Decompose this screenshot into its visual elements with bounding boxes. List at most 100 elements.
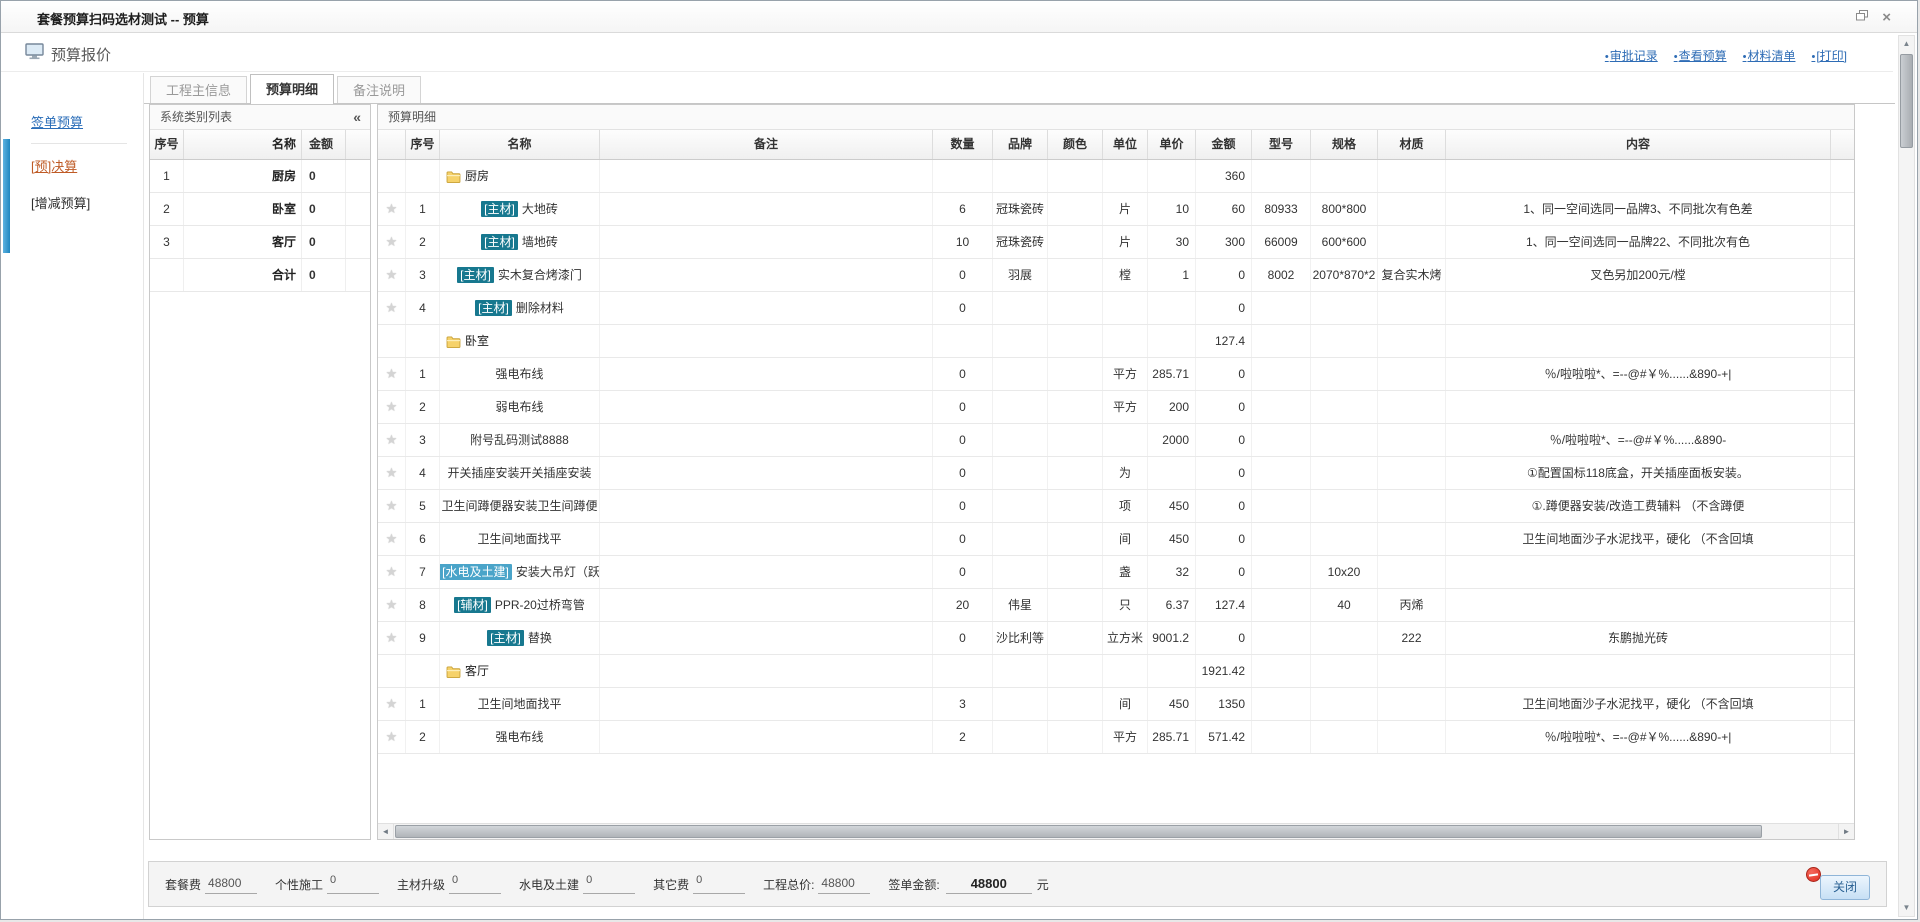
sign-amount-value[interactable]: 48800: [946, 875, 1032, 894]
link-material-list[interactable]: •材料清单: [1743, 47, 1796, 64]
table-row[interactable]: ★1卫生间地面找平3间4501350卫生间地面沙子水泥找平，硬化 （不含回填: [378, 688, 1854, 721]
detail-name-label: PPR-20过桥弯管: [495, 589, 585, 621]
detail-column-header[interactable]: [378, 130, 406, 159]
table-row[interactable]: 客厅1921.42: [378, 655, 1854, 688]
detail-column-header[interactable]: 序号: [406, 130, 440, 159]
close-window-icon[interactable]: ×: [1882, 11, 1891, 24]
table-row[interactable]: ★4开关插座安装开关插座安装0为0①配置国标118底盒，开关插座面板安装。: [378, 457, 1854, 490]
detail-column-header[interactable]: 内容: [1446, 130, 1831, 159]
favorite-star-icon[interactable]: ★: [386, 630, 398, 645]
detail-name: [主材]大地砖: [440, 193, 600, 225]
detail-column-header[interactable]: 备注: [600, 130, 933, 159]
link-print[interactable]: •[打印]: [1811, 47, 1847, 64]
category-column-header[interactable]: 金额: [302, 130, 346, 159]
detail-name-label: 替换: [528, 622, 552, 654]
table-row[interactable]: ★7[水电及土建]安装大吊灯（跃0盏32010x20: [378, 556, 1854, 589]
footer-field-value[interactable]: 0: [327, 875, 379, 894]
category-row[interactable]: 1厨房0: [150, 160, 370, 193]
table-row[interactable]: ★1[主材]大地砖6冠珠瓷砖片106080933800*8001、同一空间选同一…: [378, 193, 1854, 226]
favorite-star-icon[interactable]: ★: [386, 432, 398, 447]
detail-cell-unit: 平方: [1103, 391, 1148, 423]
link-view-budget[interactable]: •查看预算: [1674, 47, 1727, 64]
favorite-star-icon[interactable]: ★: [386, 729, 398, 744]
table-row[interactable]: ★3附号乱码测试8888020000％/啦啦啦*、=--@#￥%......&8…: [378, 424, 1854, 457]
table-row[interactable]: ★9[主材]替换0沙比利等立方米9001.20222东鹏抛光砖: [378, 622, 1854, 655]
docked-panel-strip[interactable]: [3, 139, 10, 253]
footer-field-value[interactable]: 0: [583, 875, 635, 894]
detail-cell-color: [1048, 556, 1103, 588]
detail-cell-price: [1148, 655, 1196, 687]
favorite-star-icon[interactable]: ★: [386, 597, 398, 612]
star-cell: [378, 655, 406, 687]
category-row[interactable]: 3客厅0: [150, 226, 370, 259]
footer-field-value[interactable]: 0: [449, 875, 501, 894]
detail-name-label: 强电布线: [495, 721, 543, 753]
category-row[interactable]: 合计0: [150, 259, 370, 292]
scroll-right-icon[interactable]: ►: [1838, 824, 1854, 839]
detail-column-header[interactable]: 材质: [1378, 130, 1446, 159]
favorite-star-icon[interactable]: ★: [386, 366, 398, 381]
table-row[interactable]: ★3[主材]实木复合烤漆门0羽展樘1080022070*870*2复合实木烤叉色…: [378, 259, 1854, 292]
detail-column-header[interactable]: 数量: [933, 130, 993, 159]
favorite-star-icon[interactable]: ★: [386, 498, 398, 513]
table-row[interactable]: ★2[主材]墙地砖10冠珠瓷砖片3030066009600*6001、同一空间选…: [378, 226, 1854, 259]
tab-budget-detail[interactable]: 预算明细: [250, 74, 334, 104]
detail-cell-price: 32: [1148, 556, 1196, 588]
footer-field-value[interactable]: 48800: [205, 875, 257, 894]
favorite-star-icon[interactable]: ★: [386, 531, 398, 546]
detail-column-header[interactable]: 名称: [440, 130, 600, 159]
detail-column-header[interactable]: 单价: [1148, 130, 1196, 159]
restore-window-icon[interactable]: [1856, 10, 1868, 24]
scroll-down-icon[interactable]: ▼: [1899, 900, 1914, 916]
favorite-star-icon[interactable]: ★: [386, 201, 398, 216]
favorite-star-icon[interactable]: ★: [386, 267, 398, 282]
category-column-header[interactable]: 名称: [184, 130, 302, 159]
table-row[interactable]: ★2强电布线2平方285.71571.42％/啦啦啦*、=--@#￥%.....…: [378, 721, 1854, 754]
detail-cell-spec: [1311, 358, 1378, 390]
close-button[interactable]: 关闭: [1820, 875, 1870, 900]
detail-name-label: 大地砖: [522, 193, 558, 225]
table-row[interactable]: ★2弱电布线0平方2000: [378, 391, 1854, 424]
detail-column-header[interactable]: 单位: [1103, 130, 1148, 159]
table-row[interactable]: ★1强电布线0平方285.710％/啦啦啦*、=--@#￥%......&890…: [378, 358, 1854, 391]
table-row[interactable]: 厨房360: [378, 160, 1854, 193]
sidebar-item-settlement[interactable]: [预]决算: [31, 147, 127, 184]
detail-column-header[interactable]: 品牌: [993, 130, 1048, 159]
tab-project-info[interactable]: 工程主信息: [150, 76, 247, 103]
sidebar-item-adjust-budget[interactable]: [增减预算]: [31, 184, 127, 221]
detail-column-header[interactable]: 颜色: [1048, 130, 1103, 159]
category-row[interactable]: 2卧室0: [150, 193, 370, 226]
horizontal-scrollbar[interactable]: ◄ ►: [378, 823, 1854, 839]
table-row[interactable]: ★4[主材]删除材料00: [378, 292, 1854, 325]
table-row[interactable]: 卧室127.4: [378, 325, 1854, 358]
detail-column-header[interactable]: 型号: [1252, 130, 1311, 159]
page-title: 预算报价: [51, 44, 111, 65]
scroll-up-icon[interactable]: ▲: [1899, 36, 1914, 52]
scroll-left-icon[interactable]: ◄: [378, 824, 394, 839]
favorite-star-icon[interactable]: ★: [386, 234, 398, 249]
detail-column-header[interactable]: 金额: [1196, 130, 1252, 159]
table-row[interactable]: ★5卫生间蹲便器安装卫生间蹲便0项4500①.蹲便器安装/改造工费辅料 （不含蹲…: [378, 490, 1854, 523]
link-approval-records[interactable]: •审批记录: [1605, 47, 1658, 64]
vertical-scroll-thumb[interactable]: [1900, 54, 1913, 148]
horizontal-scroll-thumb[interactable]: [395, 825, 1762, 838]
category-column-header[interactable]: 序号: [150, 130, 184, 159]
detail-cell-amount: 1350: [1196, 688, 1252, 720]
favorite-star-icon[interactable]: ★: [386, 696, 398, 711]
table-row[interactable]: ★8[辅材]PPR-20过桥弯管20伟星只6.37127.440丙烯: [378, 589, 1854, 622]
detail-seq: 2: [406, 391, 440, 423]
sidebar-item-sign-budget[interactable]: 签单预算: [31, 103, 127, 144]
collapse-panel-button[interactable]: «: [353, 105, 361, 130]
favorite-star-icon[interactable]: ★: [386, 300, 398, 315]
detail-column-header[interactable]: 规格: [1311, 130, 1378, 159]
footer-field-value[interactable]: 0: [693, 875, 745, 894]
star-cell: ★: [378, 226, 406, 258]
tab-remarks[interactable]: 备注说明: [337, 76, 421, 103]
favorite-star-icon[interactable]: ★: [386, 465, 398, 480]
detail-cell-content: 东鹏抛光砖: [1446, 622, 1831, 654]
favorite-star-icon[interactable]: ★: [386, 564, 398, 579]
footer-field-value[interactable]: 48800: [818, 875, 870, 894]
table-row[interactable]: ★6卫生间地面找平0间4500卫生间地面沙子水泥找平，硬化 （不含回填: [378, 523, 1854, 556]
favorite-star-icon[interactable]: ★: [386, 399, 398, 414]
vertical-scrollbar[interactable]: ▲ ▼: [1898, 35, 1915, 917]
